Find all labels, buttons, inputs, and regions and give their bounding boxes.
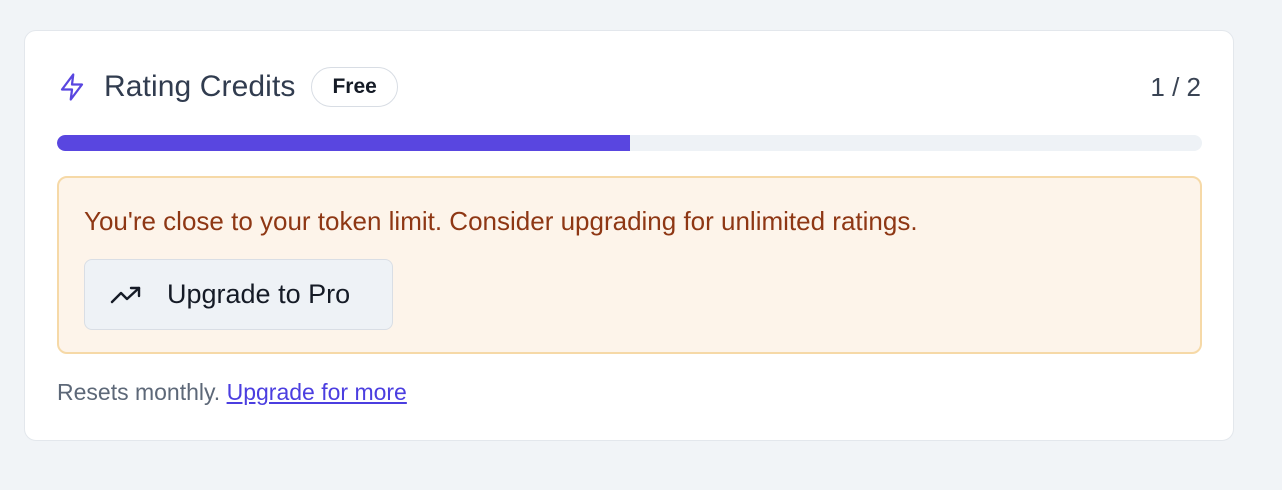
- upgrade-link[interactable]: Upgrade for more: [227, 379, 407, 405]
- trending-up-icon: [110, 283, 142, 307]
- bolt-icon: [57, 71, 89, 103]
- card-header: Rating Credits Free 1 / 2: [57, 65, 1201, 109]
- reset-note: Resets monthly.: [57, 379, 227, 405]
- limit-warning-alert: You're close to your token limit. Consid…: [57, 176, 1202, 354]
- card-title: Rating Credits: [104, 70, 296, 103]
- rating-credits-card: Rating Credits Free 1 / 2 You're close t…: [24, 30, 1234, 441]
- usage-progress-bar: [57, 135, 1202, 151]
- plan-badge: Free: [311, 67, 398, 107]
- upgrade-button-label: Upgrade to Pro: [167, 279, 351, 309]
- usage-count: 1 / 2: [1150, 71, 1201, 102]
- alert-message: You're close to your token limit. Consid…: [84, 206, 918, 236]
- footer-note: Resets monthly. Upgrade for more: [57, 379, 407, 406]
- upgrade-to-pro-button[interactable]: Upgrade to Pro: [84, 259, 393, 330]
- usage-progress-fill: [57, 135, 630, 151]
